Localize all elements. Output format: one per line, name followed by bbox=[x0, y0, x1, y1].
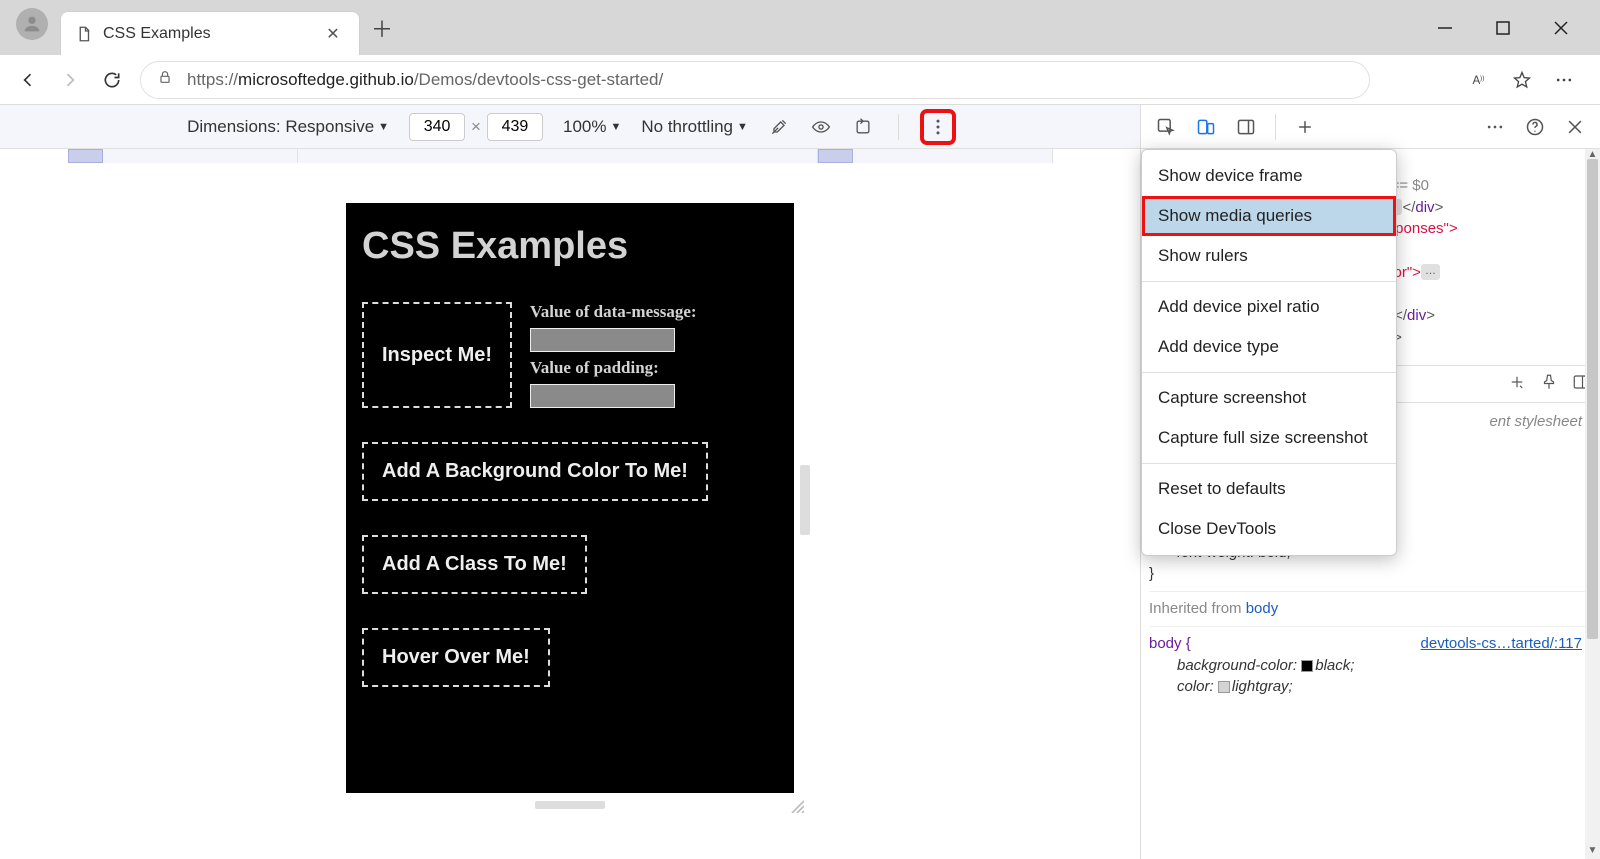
device-options-menu: Show device frame Show media queries Sho… bbox=[1141, 149, 1397, 556]
inherited-from-label: Inherited from body bbox=[1149, 598, 1590, 620]
menu-show-media-queries[interactable]: Show media queries bbox=[1142, 196, 1396, 236]
source-link[interactable]: devtools-cs…tarted/:117 bbox=[1421, 633, 1582, 655]
inspect-element-icon[interactable] bbox=[1151, 112, 1181, 142]
devtools-panel: Show device frame Show media queries Sho… bbox=[1140, 105, 1600, 859]
help-icon[interactable] bbox=[1520, 112, 1550, 142]
tab-title: CSS Examples bbox=[103, 25, 311, 43]
user-agent-stylesheet-label: ent stylesheet bbox=[1489, 411, 1582, 433]
scrollbar-thumb[interactable] bbox=[1587, 159, 1598, 639]
dock-side-icon[interactable] bbox=[1231, 112, 1261, 142]
devtools-close-icon[interactable] bbox=[1560, 112, 1590, 142]
device-dimensions: × bbox=[409, 113, 543, 141]
dimensions-dropdown[interactable]: Dimensions: Responsive ▼ bbox=[187, 117, 389, 137]
chevron-down-icon: ▼ bbox=[378, 121, 389, 133]
page-title: CSS Examples bbox=[362, 225, 778, 268]
css-declaration[interactable]: background-color: black; bbox=[1149, 655, 1590, 677]
svg-text:)): )) bbox=[1480, 75, 1484, 82]
nav-back-button[interactable] bbox=[14, 66, 42, 94]
toggle-device-emulation-icon[interactable] bbox=[1191, 112, 1221, 142]
device-toolbar: Dimensions: Responsive ▼ × 100% ▼ No thr… bbox=[0, 105, 1140, 149]
menu-show-rulers[interactable]: Show rulers bbox=[1142, 236, 1396, 276]
throttling-dropdown[interactable]: No throttling ▼ bbox=[641, 117, 748, 137]
dimension-separator: × bbox=[471, 117, 481, 137]
menu-reset-to-defaults[interactable]: Reset to defaults bbox=[1142, 469, 1396, 509]
hover-over-box[interactable]: Hover Over Me! bbox=[362, 628, 550, 687]
pin-icon[interactable] bbox=[1540, 373, 1558, 395]
menu-add-device-pixel-ratio[interactable]: Add device pixel ratio bbox=[1142, 287, 1396, 327]
breakpoints-ruler[interactable] bbox=[68, 149, 1140, 163]
new-tab-icon[interactable] bbox=[1290, 112, 1320, 142]
value-padding-label: Value of padding: bbox=[530, 358, 697, 378]
toolbar-divider bbox=[1275, 114, 1276, 140]
eyedropper-icon[interactable] bbox=[768, 116, 790, 138]
favorite-icon[interactable] bbox=[1510, 68, 1534, 92]
device-height-input[interactable] bbox=[487, 113, 543, 141]
menu-capture-screenshot[interactable]: Capture screenshot bbox=[1142, 378, 1396, 418]
lock-icon bbox=[157, 69, 173, 90]
menu-separator bbox=[1142, 281, 1396, 282]
chevron-down-icon: ▼ bbox=[737, 121, 748, 133]
devtools-scrollbar[interactable]: ▲ ▼ bbox=[1585, 149, 1600, 859]
nav-forward-button[interactable] bbox=[56, 66, 84, 94]
window-close-button[interactable] bbox=[1552, 19, 1570, 37]
add-bg-color-box[interactable]: Add A Background Color To Me! bbox=[362, 442, 708, 501]
emulated-page: CSS Examples Inspect Me! Value of data-m… bbox=[346, 203, 794, 793]
devtools-toolbar bbox=[1141, 105, 1600, 149]
menu-separator bbox=[1142, 372, 1396, 373]
address-bar: https://microsoftedge.github.io/Demos/de… bbox=[0, 55, 1600, 105]
menu-show-device-frame[interactable]: Show device frame bbox=[1142, 156, 1396, 196]
viewport-resize-handle-bottom[interactable] bbox=[535, 801, 605, 809]
device-width-input[interactable] bbox=[409, 113, 465, 141]
rotate-icon[interactable] bbox=[852, 116, 874, 138]
add-class-box[interactable]: Add A Class To Me! bbox=[362, 535, 587, 594]
nav-refresh-button[interactable] bbox=[98, 66, 126, 94]
window-controls bbox=[1436, 0, 1600, 55]
css-selector-body[interactable]: body { devtools-cs…tarted/:117 bbox=[1149, 633, 1590, 655]
new-style-rule-icon[interactable] bbox=[1508, 373, 1526, 395]
data-message-input[interactable] bbox=[530, 328, 675, 352]
url-field[interactable]: https://microsoftedge.github.io/Demos/de… bbox=[140, 61, 1370, 99]
css-declaration[interactable]: color: lightgray; bbox=[1149, 676, 1590, 698]
profile-avatar[interactable] bbox=[16, 8, 48, 40]
eye-icon[interactable] bbox=[810, 116, 832, 138]
viewport-resize-handle-corner[interactable] bbox=[788, 797, 804, 813]
menu-add-device-type[interactable]: Add device type bbox=[1142, 327, 1396, 367]
devtools-more-icon[interactable] bbox=[1480, 112, 1510, 142]
padding-input[interactable] bbox=[530, 384, 675, 408]
window-maximize-button[interactable] bbox=[1494, 19, 1512, 37]
read-aloud-icon[interactable]: A)) bbox=[1468, 68, 1492, 92]
css-close-brace: } bbox=[1149, 563, 1590, 585]
viewport-resize-handle-right[interactable] bbox=[800, 465, 810, 535]
zoom-dropdown[interactable]: 100% ▼ bbox=[563, 117, 621, 137]
inspect-me-box[interactable]: Inspect Me! bbox=[362, 302, 512, 408]
device-emulation-pane: Dimensions: Responsive ▼ × 100% ▼ No thr… bbox=[0, 105, 1140, 859]
styles-separator bbox=[1149, 591, 1590, 592]
device-more-options-button[interactable] bbox=[923, 112, 953, 142]
tab-close-button[interactable]: ✕ bbox=[321, 24, 345, 44]
value-data-message-label: Value of data-message: bbox=[530, 302, 697, 322]
menu-separator bbox=[1142, 463, 1396, 464]
scrollbar-down-arrow-icon[interactable]: ▼ bbox=[1585, 845, 1600, 859]
chevron-down-icon: ▼ bbox=[610, 121, 621, 133]
menu-capture-full-screenshot[interactable]: Capture full size screenshot bbox=[1142, 418, 1396, 458]
url-text: https://microsoftedge.github.io/Demos/de… bbox=[187, 70, 663, 90]
new-tab-button[interactable]: ＋ bbox=[364, 12, 400, 44]
device-viewport-area: CSS Examples Inspect Me! Value of data-m… bbox=[0, 149, 1140, 859]
browser-tab[interactable]: CSS Examples ✕ bbox=[60, 11, 360, 55]
menu-close-devtools[interactable]: Close DevTools bbox=[1142, 509, 1396, 549]
color-swatch-icon[interactable] bbox=[1218, 681, 1230, 693]
workspace: Dimensions: Responsive ▼ × 100% ▼ No thr… bbox=[0, 105, 1600, 859]
browser-titlebar: CSS Examples ✕ ＋ bbox=[0, 0, 1600, 55]
styles-separator bbox=[1149, 626, 1590, 627]
document-icon bbox=[75, 25, 93, 43]
window-minimize-button[interactable] bbox=[1436, 19, 1454, 37]
settings-more-icon[interactable] bbox=[1552, 68, 1576, 92]
toolbar-divider bbox=[898, 114, 899, 140]
color-swatch-icon[interactable] bbox=[1301, 660, 1313, 672]
